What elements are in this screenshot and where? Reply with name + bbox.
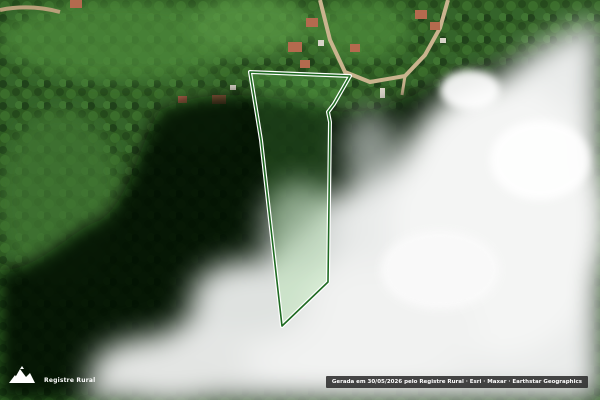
logo-label: Registre Rural [44,377,96,384]
satellite-imagery [0,0,600,400]
satellite-map[interactable]: Registre Rural Gerada em 30/05/2026 pelo… [0,0,600,400]
map-attribution: Gerada em 30/05/2026 pelo Registre Rural… [325,376,588,388]
registre-rural-logo: Registre Rural [8,363,95,390]
mountain-logo-icon [8,363,36,390]
